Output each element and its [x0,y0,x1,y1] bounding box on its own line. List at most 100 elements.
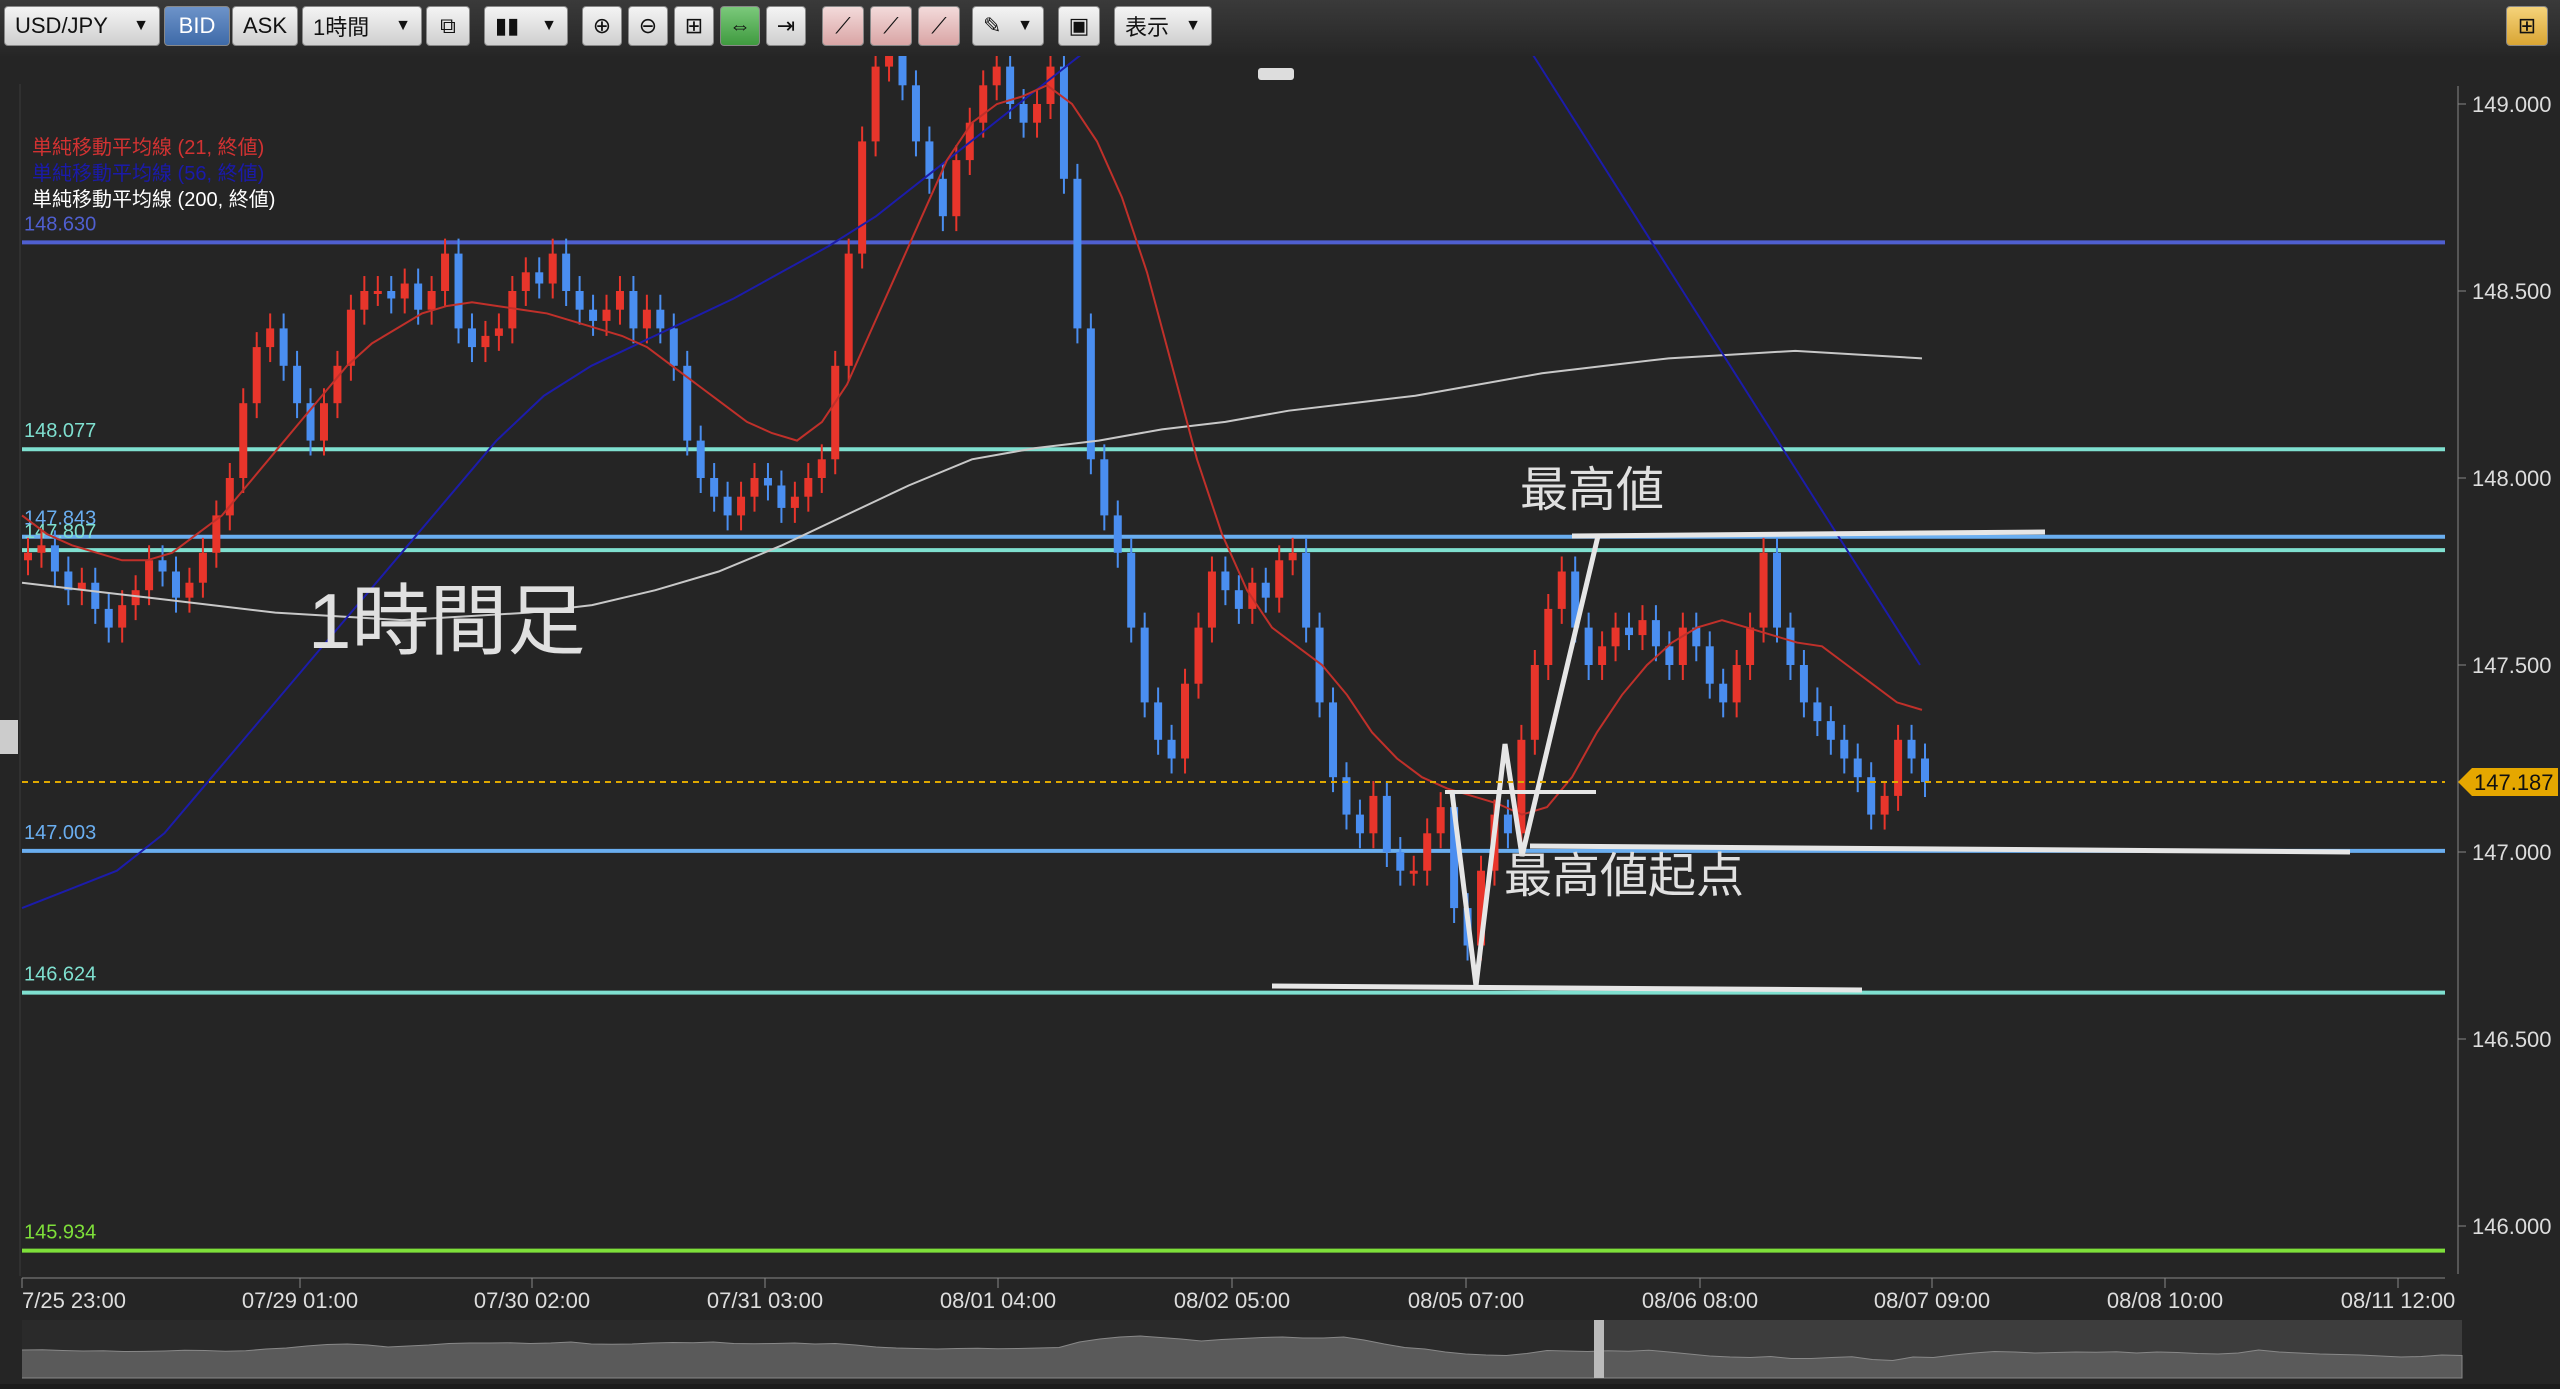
horizontal-line-label: 146.624 [24,964,96,986]
navigator[interactable] [21,1320,2463,1379]
screenshot-icon[interactable]: ▣ [1058,6,1100,46]
trend-edit-icon[interactable]: ⟋ [870,6,912,46]
horizontal-line-label: 147.003 [24,822,96,844]
candle-body [1921,758,1929,783]
trend-delete-icon[interactable]: ⟋ [918,6,960,46]
ask-button[interactable]: ASK [232,6,298,46]
y-tick-label: 146.500 [2472,1027,2552,1052]
settings-icon[interactable]: ⊞ [2506,6,2548,46]
candle-body [1355,814,1364,834]
draw-tools-select[interactable]: ✎ ▼ [972,6,1044,46]
currency-pair-select[interactable]: USD/JPY ▼ [4,6,160,46]
candle-body [293,365,302,404]
candle-body [1059,66,1068,179]
candle-body [319,403,328,441]
timeframe-select[interactable]: 1時間 ▼ [302,6,422,46]
candle-body [346,309,355,366]
candle-body [938,178,947,217]
zoom-out-icon[interactable]: ⊖ [628,6,668,46]
x-tick-label: 07/31 03:00 [707,1288,823,1313]
y-tick-label: 149.000 [2472,92,2552,117]
candle-body [589,309,598,321]
candle-body [37,545,46,553]
horizontal-line-label: 148.630 [24,213,96,235]
candle-body [1638,620,1647,636]
chart-type-select[interactable]: ▮▮ ▼ [484,6,568,46]
view-menu-button[interactable]: 表示 ▼ [1114,6,1212,46]
chart-area[interactable]: 148.630 148.077 147.843 147.807 147.003 146.6… [0,0,2560,1384]
candle-body [145,560,154,591]
timeframe-annotation: 1時間足 [308,577,585,665]
candle-body [239,403,248,478]
scroll-lock-icon[interactable]: ⇔ [720,6,760,46]
trend-add-icon[interactable]: ⟋ [822,6,864,46]
candle-body [1127,552,1136,628]
fit-icon[interactable]: ⊞ [674,6,714,46]
candle-body [1436,807,1445,834]
horizontal-line-label: 148.077 [24,420,96,442]
candle-body [1611,627,1620,647]
high-annotation: 最高値 [1520,464,1664,517]
candle-body [50,545,59,572]
navigator-handle[interactable] [1594,1320,1604,1378]
chart-splitter-handle[interactable] [1258,68,1294,80]
chart-background [0,56,2560,1384]
candle-body [1100,459,1109,516]
y-tick-label: 148.500 [2472,279,2552,304]
candle-body [535,272,544,284]
candle-body [1557,571,1566,609]
candle-body [441,253,450,291]
candle-body [1154,702,1163,740]
candle-body [1275,560,1284,598]
compare-icon[interactable]: ⧉ [426,6,470,46]
candle-body [992,66,1001,86]
candle-body [387,291,396,299]
y-tick-label: 147.500 [2472,653,2552,678]
candle-body [1302,552,1311,628]
candle-body [1759,552,1768,628]
y-tick-label: 147.000 [2472,840,2552,865]
legend-entry: 単純移動平均線 (21, 終値) [32,136,264,159]
x-tick-label: 08/07 09:00 [1874,1288,1990,1313]
horizontal-line-label: 145.934 [24,1222,96,1244]
next-icon[interactable]: ⇥ [766,6,806,46]
candle-body [750,478,759,497]
x-tick-label: 08/06 08:00 [1642,1288,1758,1313]
candle-body [467,328,476,348]
candle-body [817,459,826,478]
currency-pair-value: USD/JPY [15,13,108,38]
candle-body [723,496,732,516]
candle-body [1033,104,1042,123]
x-tick-label: 08/01 04:00 [940,1288,1056,1313]
x-tick-label: 08/08 10:00 [2107,1288,2223,1313]
zoom-in-icon[interactable]: ⊕ [582,6,622,46]
high-origin-annotation: 最高値起点 [1504,850,1744,903]
left-panel-handle[interactable] [0,720,18,754]
legend-entry: 単純移動平均線 (200, 終値) [32,188,275,211]
candle-body [898,29,907,86]
candle-body [790,496,799,508]
candle-body [1625,627,1634,636]
view-menu-label: 表示 [1125,15,1170,40]
candle-body [198,552,207,583]
candle-body [494,328,503,336]
legend: 単純移動平均線 (21, 終値) 単純移動平均線 (56, 終値) 単純移動平均線 … [32,136,275,211]
candle-body [777,485,786,508]
candle-body [1732,665,1741,703]
price-chart[interactable]: 148.630148.077147.843147.807147.003146.6… [0,0,2560,1384]
bid-button[interactable]: BID [164,6,230,46]
candle-body [562,253,571,291]
candle-body [1894,739,1903,796]
candle-body [1503,814,1512,834]
candle-body [279,328,288,366]
candle-body [710,478,719,497]
candle-body [360,291,369,310]
candle-body [1329,702,1338,778]
x-tick-label: 08/11 12:00 [2341,1288,2456,1313]
candle-body [1382,795,1391,852]
candle-body [521,272,530,291]
candle-body [1409,870,1418,874]
candle-body [333,365,342,404]
candle-body [1544,608,1553,665]
candle-body [1019,104,1028,123]
